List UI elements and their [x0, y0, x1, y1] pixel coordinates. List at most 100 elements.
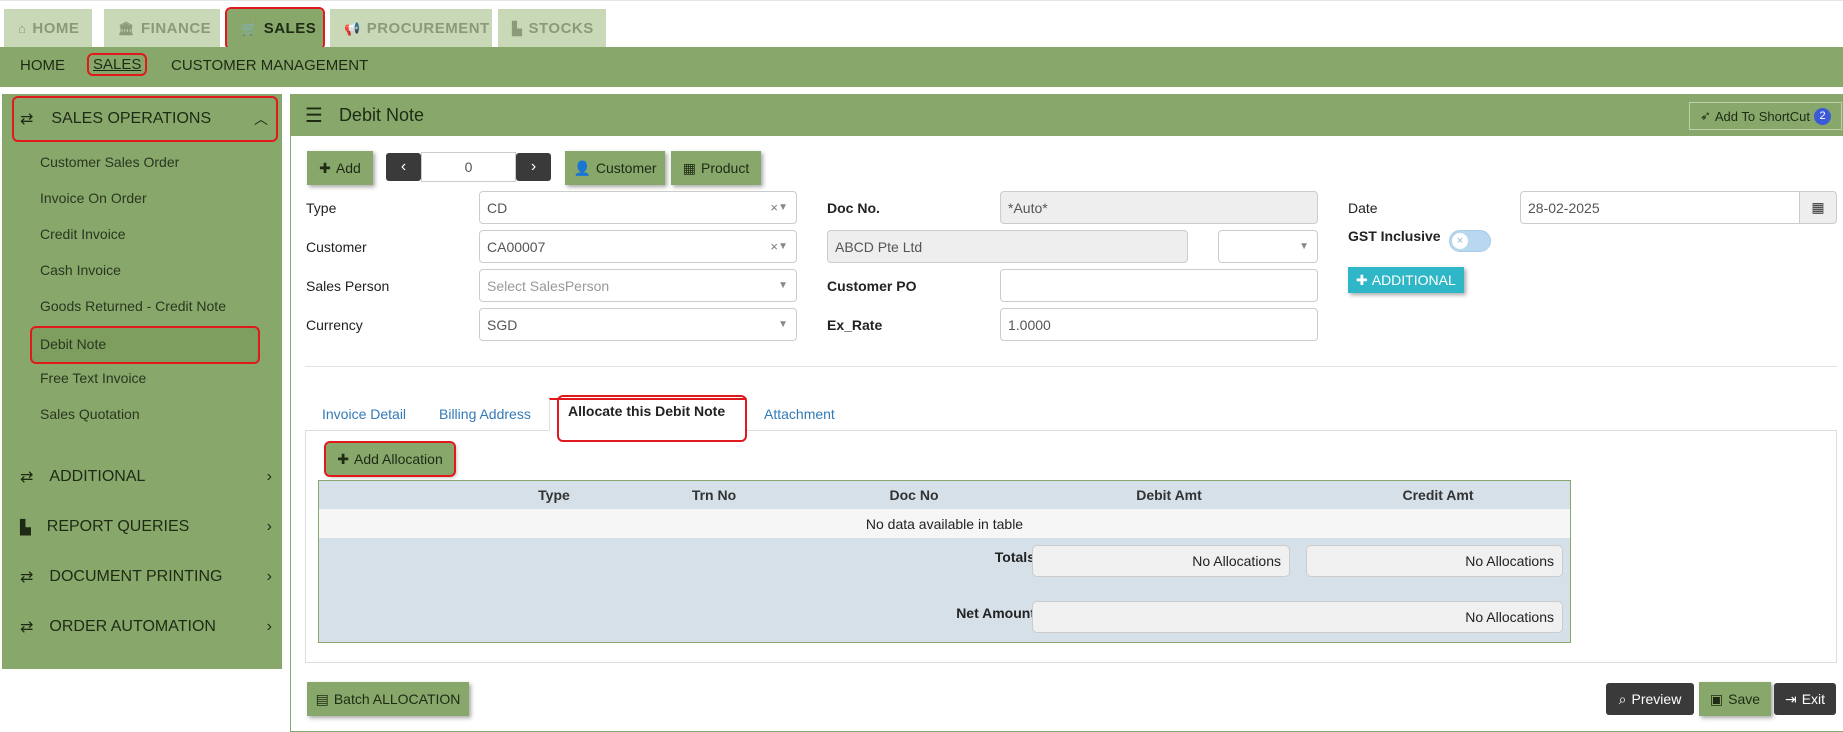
chevron-up-icon: ︿	[254, 111, 268, 127]
doc-no-value: *Auto*	[1008, 199, 1048, 216]
tab-billing-address[interactable]: Billing Address	[439, 398, 531, 430]
tab-invoice-detail[interactable]: Invoice Detail	[322, 398, 406, 430]
column-header-trn-no[interactable]: Trn No	[634, 481, 794, 509]
sales-person-select[interactable]: Select SalesPerson ▼	[479, 269, 797, 302]
chevron-right-icon: ›	[266, 468, 272, 485]
column-header-doc-no[interactable]: Doc No	[794, 481, 1034, 509]
plus-icon: ✚	[1356, 271, 1368, 288]
save-button-label: Save	[1728, 691, 1761, 707]
module-tab-stocks-label: STOCKS	[528, 20, 594, 37]
customer-button[interactable]: 👤 Customer	[565, 151, 665, 185]
divider	[305, 366, 1837, 367]
ex-rate-label: Ex_Rate	[827, 317, 883, 333]
next-record-button[interactable]: ›	[516, 153, 551, 181]
main-panel: ☰ Debit Note ➶ Add To ShortCut 2 ✚ Add ‹ …	[290, 94, 1843, 732]
bank-icon: 🏛	[118, 20, 136, 36]
module-tab-home[interactable]: ⌂ HOME	[4, 9, 92, 48]
date-input[interactable]: 28-02-2025	[1520, 191, 1800, 224]
clear-icon[interactable]: ×	[770, 200, 778, 215]
sub-nav-sales[interactable]: SALES	[86, 53, 148, 76]
module-tab-procurement[interactable]: 📢 PROCUREMENT	[330, 9, 492, 48]
sidebar-item-goods-returned[interactable]: Goods Returned - Credit Note	[40, 298, 226, 314]
previous-record-button[interactable]: ‹	[386, 153, 421, 181]
sidebar-item-credit-invoice[interactable]: Credit Invoice	[40, 226, 126, 242]
search-icon: ⌕	[1618, 690, 1627, 707]
sidebar-item-debit-note[interactable]: Debit Note	[30, 326, 260, 364]
additional-button[interactable]: ✚ ADDITIONAL	[1348, 267, 1464, 293]
preview-button-label: Preview	[1631, 691, 1682, 707]
column-header-debit-amt[interactable]: Debit Amt	[1034, 481, 1304, 509]
exit-button[interactable]: ⇥ Exit	[1774, 683, 1836, 715]
chevron-right-icon: ›	[530, 158, 537, 175]
column-header-type[interactable]: Type	[474, 481, 634, 509]
customer-name-field: ABCD Pte Ltd	[827, 230, 1188, 263]
add-to-shortcut-label: Add To ShortCut	[1714, 108, 1810, 124]
add-to-shortcut-button[interactable]: ➶ Add To ShortCut 2	[1688, 102, 1842, 130]
module-tab-sales-label: SALES	[263, 20, 317, 37]
date-label: Date	[1348, 200, 1378, 216]
preview-button[interactable]: ⌕ Preview	[1606, 683, 1694, 715]
column-header-credit-amt[interactable]: Credit Amt	[1304, 481, 1572, 509]
module-tab-sales[interactable]: 🛒 SALES	[225, 7, 325, 50]
customer-select[interactable]: CA00007 × ▼	[479, 230, 797, 263]
module-tab-stocks[interactable]: ▙ STOCKS	[498, 9, 606, 48]
net-amount-field: No Allocations	[1032, 601, 1563, 633]
doc-no-field: *Auto*	[1000, 191, 1318, 224]
ex-rate-value: 1.0000	[1008, 316, 1051, 333]
sidebar-section-label: DOCUMENT PRINTING	[49, 568, 223, 585]
caret-down-icon: ▼	[778, 202, 788, 213]
sidebar-section-order-automation[interactable]: ⇄ ORDER AUTOMATION ›	[20, 612, 272, 642]
sub-nav-home[interactable]: HOME	[20, 57, 65, 74]
sidebar-section-report-queries[interactable]: ▙ REPORT QUERIES ›	[20, 512, 272, 542]
add-allocation-button[interactable]: ✚ Add Allocation	[324, 441, 456, 477]
totals-credit-field: No Allocations	[1306, 545, 1563, 577]
type-value: CD	[487, 199, 508, 216]
ex-rate-input[interactable]: 1.0000	[1000, 308, 1318, 341]
chevron-right-icon: ›	[266, 518, 272, 535]
module-tab-finance[interactable]: 🏛 FINANCE	[104, 9, 220, 48]
record-number-input[interactable]	[421, 152, 516, 182]
menu-icon[interactable]: ☰	[305, 103, 323, 128]
sidebar-section-additional[interactable]: ⇄ ADDITIONAL ›	[20, 462, 272, 492]
save-button[interactable]: ▣ Save	[1699, 682, 1771, 716]
caret-down-icon: ▼	[778, 241, 788, 252]
exit-button-label: Exit	[1801, 691, 1826, 707]
sidebar-section-document-printing[interactable]: ⇄ DOCUMENT PRINTING ›	[20, 562, 272, 592]
sidebar-item-sales-quotation[interactable]: Sales Quotation	[40, 406, 140, 422]
customer-name-value: ABCD Pte Ltd	[835, 238, 923, 255]
home-icon: ⌂	[18, 21, 27, 36]
sub-nav-bar: HOME SALES CUSTOMER MANAGEMENT	[0, 47, 1843, 87]
sidebar: ⇄ SALES OPERATIONS ︿ Customer Sales Orde…	[2, 94, 282, 669]
page-title: Debit Note	[338, 104, 424, 125]
totals-debit-field: No Allocations	[1032, 545, 1290, 577]
type-select[interactable]: CD × ▼	[479, 191, 797, 224]
sidebar-section-sales-operations[interactable]: ⇄ SALES OPERATIONS ︿	[12, 96, 278, 142]
add-button[interactable]: ✚ Add	[307, 151, 373, 185]
bar-chart-icon: ▙	[20, 518, 31, 535]
sidebar-item-free-text-invoice[interactable]: Free Text Invoice	[40, 370, 146, 386]
product-button[interactable]: ▦ Product	[671, 151, 761, 185]
tab-allocate-debit-note[interactable]: Allocate this Debit Note	[549, 395, 747, 442]
sidebar-section-label: ADDITIONAL	[49, 468, 146, 485]
close-icon: ×	[1452, 233, 1468, 249]
customer-extra-select[interactable]: ▼	[1218, 230, 1318, 263]
shortcut-count-badge: 2	[1814, 107, 1831, 125]
sidebar-item-customer-sales-order[interactable]: Customer Sales Order	[40, 154, 179, 170]
tab-allocate-label: Allocate this Debit Note	[568, 403, 726, 419]
gst-inclusive-label: GST Inclusive	[1348, 228, 1441, 244]
sidebar-item-cash-invoice[interactable]: Cash Invoice	[40, 262, 121, 278]
sub-nav-customer-management[interactable]: CUSTOMER MANAGEMENT	[171, 57, 368, 74]
gst-inclusive-toggle[interactable]: ×	[1449, 230, 1491, 252]
tab-attachment[interactable]: Attachment	[764, 398, 835, 430]
clear-icon[interactable]: ×	[770, 239, 778, 254]
customer-po-input[interactable]	[1000, 269, 1318, 302]
calendar-button[interactable]: ▦	[1799, 191, 1837, 224]
plus-icon: ✚	[319, 159, 331, 176]
currency-select[interactable]: SGD ▼	[479, 308, 797, 341]
bar-chart-icon: ▙	[512, 20, 523, 36]
module-tab-bar: ⌂ HOME 🏛 FINANCE 🛒 SALES 📢 PROCUREMENT ▙ STOC…	[0, 0, 1843, 50]
totals-credit-value: No Allocations	[1465, 553, 1554, 569]
module-tab-finance-label: FINANCE	[141, 20, 212, 37]
batch-allocation-button[interactable]: ▤ Batch ALLOCATION	[307, 682, 469, 716]
sidebar-item-invoice-on-order[interactable]: Invoice On Order	[40, 190, 147, 206]
